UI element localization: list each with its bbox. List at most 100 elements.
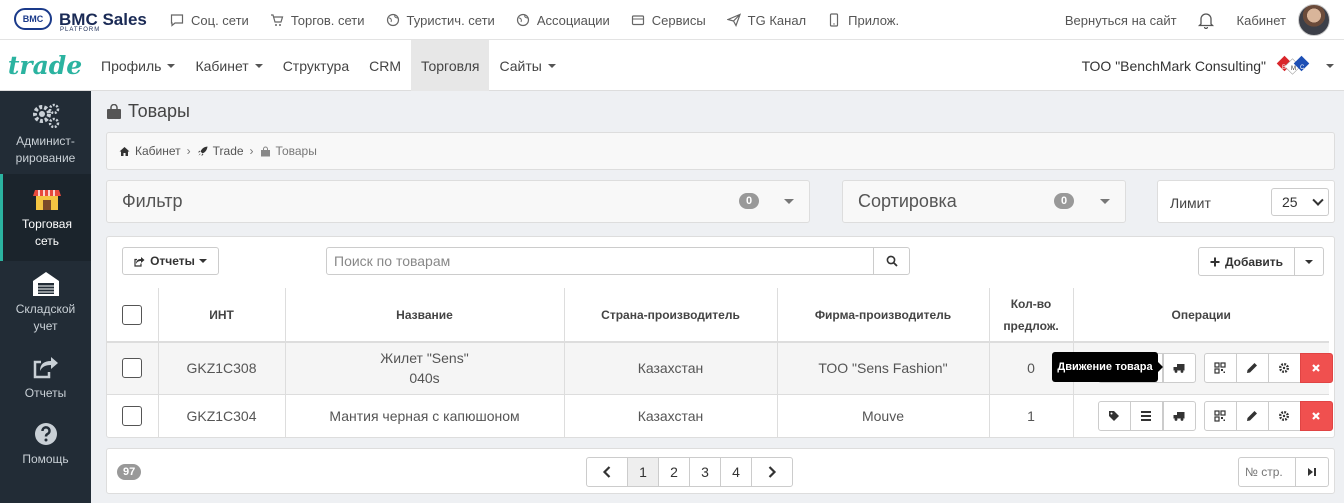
header-offers-count[interactable]: Кол-во предлож. (989, 288, 1074, 343)
avatar[interactable] (1298, 4, 1330, 36)
nav-item-structure[interactable]: Структура (273, 40, 359, 91)
sidebar-item-label: Складской учет (15, 302, 76, 333)
topnav-item-tg-channel[interactable]: TG Канал (726, 12, 807, 28)
sidebar-item-label: Админист- рирование (15, 134, 76, 165)
rocket-icon (197, 146, 208, 156)
page-title-text: Товары (128, 101, 190, 121)
topnav-item-services[interactable]: Сервисы (631, 13, 706, 28)
go-to-page-button[interactable] (1295, 457, 1329, 487)
chevron-right-icon (768, 466, 777, 478)
topnav-item-apps[interactable]: Прилож. (827, 13, 899, 28)
header-country[interactable]: Страна-производитель (564, 288, 778, 343)
sidebar-item-reports[interactable]: Отчеты (0, 353, 91, 403)
breadcrumb-separator: › (186, 144, 191, 158)
settings-button[interactable] (1267, 401, 1301, 432)
tag-button[interactable] (1097, 401, 1131, 432)
page-number-input[interactable] (1238, 457, 1296, 487)
limit-panel: Лимит 25 (1157, 180, 1335, 223)
caret-down-icon (167, 63, 176, 68)
home-icon (119, 146, 130, 156)
list-button[interactable] (1129, 401, 1163, 432)
add-button[interactable]: Добавить (1198, 247, 1295, 276)
header-name[interactable]: Название (285, 288, 565, 343)
row-checkbox[interactable] (122, 358, 143, 379)
back-to-site-link[interactable]: Вернуться на сайт (1065, 13, 1177, 28)
cabinet-link[interactable]: Кабинет (1237, 13, 1286, 28)
qr-button[interactable] (1203, 353, 1237, 384)
reports-button[interactable]: Отчеты (122, 247, 219, 275)
breadcrumb-cabinet[interactable]: Кабинет (119, 144, 181, 158)
cell-country: Казахстан (564, 393, 778, 438)
main-navbar: trade Профиль Кабинет Структура CRM Торг… (0, 40, 1344, 91)
edit-button[interactable] (1235, 353, 1269, 384)
topnav-item-tourism[interactable]: Туристич. сети (386, 13, 495, 28)
nav-item-sites[interactable]: Сайты (489, 40, 565, 91)
sidebar-item-label: Торговая сеть (22, 217, 72, 248)
phone-icon (830, 13, 839, 27)
cell-name: Жилет "Sens" 040s (285, 341, 565, 394)
chevron-down-icon (1312, 194, 1324, 206)
qr-button[interactable] (1203, 401, 1237, 432)
cell-name: Мантия черная с капюшоном (285, 393, 565, 438)
close-icon (1312, 364, 1320, 373)
close-icon (1312, 412, 1320, 421)
header-firm[interactable]: Фирма-производитель (777, 288, 990, 343)
nav-item-crm[interactable]: CRM (359, 40, 411, 91)
brand-logo[interactable]: trade (0, 40, 90, 91)
page-1-button[interactable]: 1 (627, 457, 659, 487)
next-page-button[interactable] (751, 457, 793, 487)
breadcrumb-label: Trade (212, 144, 244, 158)
select-all-checkbox[interactable] (122, 305, 143, 326)
movement-button[interactable] (1162, 401, 1196, 432)
chevron-down-icon (784, 199, 794, 204)
sidebar-item-trade-network[interactable]: Торговая сеть (0, 174, 91, 261)
search-button[interactable] (873, 247, 910, 275)
filter-count-badge: 0 (739, 193, 759, 209)
topnav-label: TG Канал (747, 12, 807, 28)
breadcrumb: Кабинет › Trade › Товары (106, 132, 1335, 170)
svg-text:C: C (1300, 65, 1305, 71)
qrcode-icon (1214, 362, 1226, 374)
breadcrumb-current: Товары (260, 144, 317, 158)
delete-button[interactable] (1299, 401, 1333, 432)
prev-page-button[interactable] (586, 457, 628, 487)
page-2-button[interactable]: 2 (658, 457, 690, 487)
sidebar-item-warehouse[interactable]: Складской учет (0, 269, 91, 339)
shopping-bag-icon (260, 146, 270, 156)
company-switcher[interactable]: ТОО "BenchMark Consulting" B M C (1082, 40, 1334, 91)
delete-button[interactable] (1299, 353, 1333, 384)
nav-label: Сайты (499, 57, 542, 74)
nav-item-trade[interactable]: Торговля (411, 40, 490, 91)
topnav-item-trade-networks[interactable]: Торгов. сети (270, 13, 365, 28)
globe-icon (516, 13, 529, 27)
row-checkbox[interactable] (122, 406, 143, 427)
breadcrumb-trade[interactable]: Trade (197, 144, 244, 158)
topnav-item-associations[interactable]: Ассоциации (516, 13, 610, 28)
add-dropdown-button[interactable] (1294, 247, 1324, 276)
bell-icon[interactable] (1197, 11, 1215, 29)
top-nav: Соц. сети Торгов. сети Туристич. сети Ас… (170, 0, 920, 40)
sorting-panel[interactable]: Сортировка 0 (842, 180, 1126, 223)
search-input[interactable] (326, 247, 874, 275)
topnav-item-social[interactable]: Соц. сети (170, 13, 249, 28)
sidebar-item-admin[interactable]: Админист- рирование (0, 99, 91, 169)
header-int[interactable]: ИНТ (158, 288, 286, 343)
sidebar-item-label: Помощь (22, 452, 69, 466)
nav-item-profile[interactable]: Профиль (91, 40, 185, 91)
cart-icon (270, 14, 284, 26)
cell-qty: 1 (989, 393, 1074, 438)
share-icon (134, 256, 145, 267)
edit-button[interactable] (1235, 401, 1269, 432)
table-row[interactable]: GKZ1C304 Мантия черная с капюшоном Казах… (107, 393, 1333, 438)
filter-panel[interactable]: Фильтр 0 (106, 180, 810, 223)
movement-button[interactable] (1162, 353, 1196, 384)
limit-select[interactable]: 25 (1271, 188, 1329, 216)
page-3-button[interactable]: 3 (689, 457, 721, 487)
page-4-button[interactable]: 4 (720, 457, 752, 487)
box-icon (631, 15, 644, 26)
header-operations: Операции (1073, 288, 1329, 343)
sidebar-item-help[interactable]: Помощь (0, 419, 91, 469)
cell-firm: Mouve (777, 393, 990, 438)
settings-button[interactable] (1267, 353, 1301, 384)
nav-item-cabinet[interactable]: Кабинет (185, 40, 272, 91)
